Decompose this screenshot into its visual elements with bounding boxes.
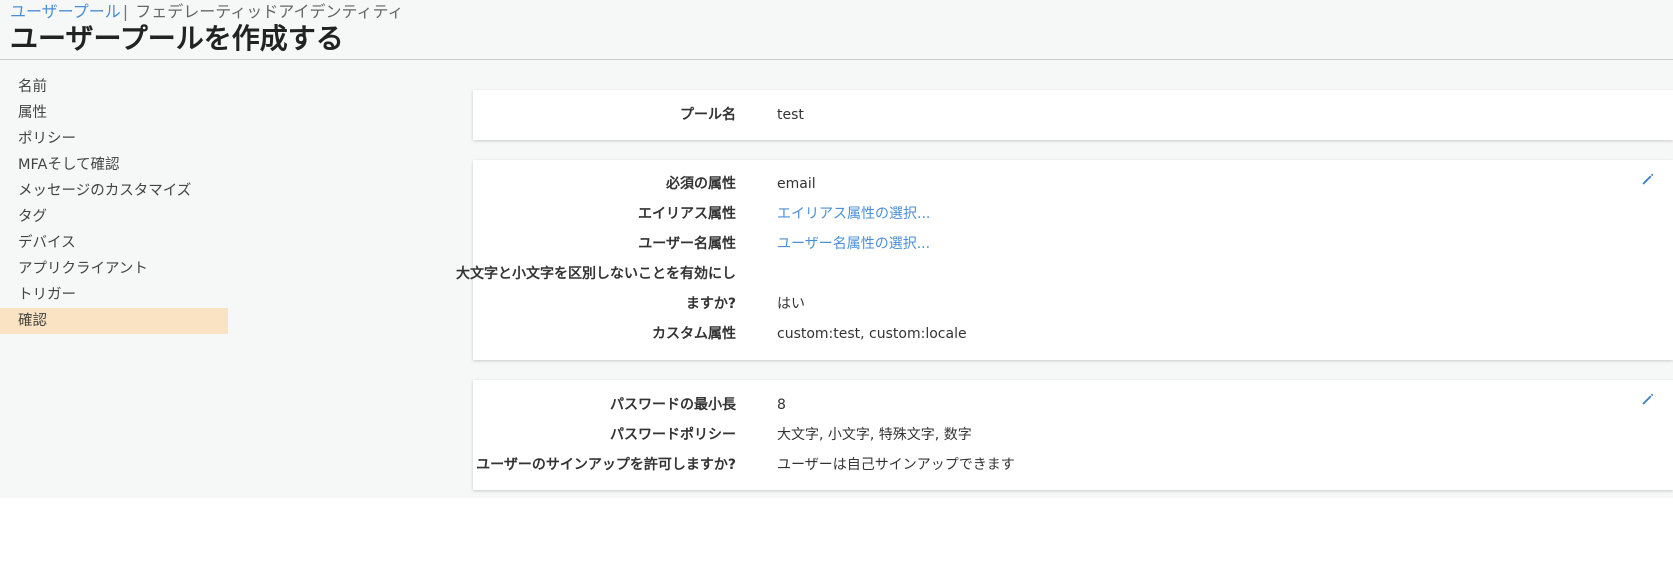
sidebar-item-app-clients[interactable]: アプリクライアント [0, 256, 228, 282]
required-attributes-row: 必須の属性 email [473, 169, 1673, 199]
self-signup-label: ユーザーのサインアップを許可しますか? [476, 457, 736, 473]
breadcrumb-separator: | [122, 2, 129, 21]
password-min-length-row: パスワードの最小長 8 [473, 390, 1673, 420]
sidebar-item-triggers[interactable]: トリガー [0, 282, 228, 308]
username-attributes-row: ユーザー名属性 ユーザー名属性の選択... [473, 229, 1673, 259]
sidebar-item-review[interactable]: 確認 [0, 308, 228, 334]
required-attributes-label: 必須の属性 [666, 176, 736, 192]
case-insensitive-label-line2: ますか? [685, 296, 736, 312]
app-shell: ユーザープール | フェデレーティッドアイデンティティ ユーザープールを作成する … [0, 0, 1673, 498]
username-attributes-label: ユーザー名属性 [638, 236, 736, 252]
sidebar-item-messages[interactable]: メッセージのカスタマイズ [0, 178, 228, 204]
sidebar-item-tags[interactable]: タグ [0, 204, 228, 230]
wizard-steps-nav: 名前 属性 ポリシー MFAそして確認 メッセージのカスタマイズ タグ デバイス… [0, 74, 228, 334]
sidebar-item-devices[interactable]: デバイス [0, 230, 228, 256]
alias-attributes-label: エイリアス属性 [638, 206, 736, 222]
breadcrumb-federated-identities-link[interactable]: フェデレーティッドアイデンティティ [135, 2, 403, 21]
sidebar-item-policies[interactable]: ポリシー [0, 126, 228, 152]
sidebar-item-attributes[interactable]: 属性 [0, 100, 228, 126]
custom-attributes-label: カスタム属性 [652, 326, 736, 342]
self-signup-value: ユーザーは自己サインアップできます [777, 457, 1015, 473]
breadcrumb: ユーザープール | フェデレーティッドアイデンティティ [10, 2, 404, 22]
sidebar-item-name[interactable]: 名前 [0, 74, 228, 100]
case-insensitive-row: ますか? はい [473, 289, 1673, 319]
pool-name-card: プール名 test [473, 90, 1673, 140]
custom-attributes-row: カスタム属性 custom:test, custom:locale [473, 319, 1673, 349]
custom-attributes-value: custom:test, custom:locale [777, 326, 967, 342]
case-insensitive-value: はい [777, 296, 805, 312]
password-policy-row: パスワードポリシー 大文字, 小文字, 特殊文字, 数字 [473, 420, 1673, 450]
username-attributes-link[interactable]: ユーザー名属性の選択... [777, 229, 930, 259]
alias-attributes-link[interactable]: エイリアス属性の選択... [777, 199, 930, 229]
policies-card: パスワードの最小長 8 パスワードポリシー 大文字, 小文字, 特殊文字, 数字… [473, 380, 1673, 490]
page-title: ユーザープールを作成する [10, 22, 344, 55]
pool-name-row: プール名 test [473, 100, 1673, 130]
password-min-length-value: 8 [777, 397, 786, 413]
case-insensitive-row-line1: 大文字と小文字を区別しないことを有効にし [456, 259, 1673, 289]
password-min-length-label: パスワードの最小長 [610, 397, 736, 413]
password-policy-label: パスワードポリシー [610, 427, 736, 443]
page-header: ユーザープール | フェデレーティッドアイデンティティ ユーザープールを作成する [0, 0, 1673, 60]
alias-attributes-row: エイリアス属性 エイリアス属性の選択... [473, 199, 1673, 229]
self-signup-row: ユーザーのサインアップを許可しますか? ユーザーは自己サインアップできます [473, 450, 1673, 480]
attributes-card: 必須の属性 email エイリアス属性 エイリアス属性の選択... ユーザー名属… [456, 160, 1673, 360]
pool-name-value: test [777, 107, 804, 123]
pool-name-label: プール名 [680, 107, 736, 123]
sidebar-item-mfa[interactable]: MFAそして確認 [0, 152, 228, 178]
password-policy-value: 大文字, 小文字, 特殊文字, 数字 [777, 427, 972, 443]
breadcrumb-user-pools-link[interactable]: ユーザープール [10, 2, 121, 21]
case-insensitive-label-line1: 大文字と小文字を区別しないことを有効にし [456, 266, 736, 282]
required-attributes-value: email [777, 176, 816, 192]
